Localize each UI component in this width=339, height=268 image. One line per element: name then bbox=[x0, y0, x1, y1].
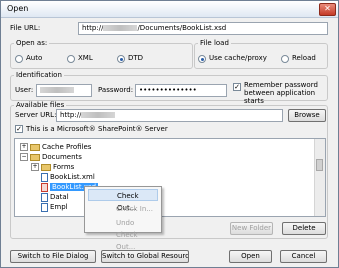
file-url-suffix: /Documents/BookList.xsd bbox=[137, 24, 227, 32]
server-url-label: Server URL: bbox=[15, 111, 57, 119]
radio-use-cache-label: Use cache/proxy bbox=[209, 54, 267, 62]
xml-file-icon bbox=[41, 172, 48, 182]
new-folder-button[interactable]: New Folder bbox=[230, 222, 273, 235]
folder-icon bbox=[30, 153, 40, 161]
radio-xml-label: XML bbox=[78, 54, 93, 62]
tree-node-label: BookList.xml bbox=[50, 173, 95, 181]
available-files-label: Available files bbox=[14, 101, 67, 109]
sharepoint-label: This is a Microsoft® SharePoint® Server bbox=[26, 125, 168, 133]
tree-node-label: Documents bbox=[42, 153, 82, 161]
title-bar: Open ✕ bbox=[1, 1, 338, 18]
menu-item-check-out[interactable]: Check Out... bbox=[88, 189, 158, 212]
folder-icon bbox=[41, 163, 51, 171]
tree-node-cache-profiles[interactable]: + Cache Profiles bbox=[20, 142, 91, 152]
user-input[interactable] bbox=[36, 84, 92, 97]
switch-to-file-dialog-button[interactable]: Switch to File Dialog bbox=[10, 250, 96, 263]
tree-node-label: Empl bbox=[50, 203, 68, 211]
file-tree[interactable]: + Cache Profiles − Documents + Forms BookLi… bbox=[14, 138, 326, 217]
close-button[interactable]: ✕ bbox=[319, 3, 336, 16]
file-url-prefix: http:// bbox=[82, 24, 104, 32]
expand-icon[interactable]: + bbox=[20, 143, 28, 151]
cancel-button[interactable]: Cancel bbox=[280, 250, 327, 263]
redacted-user bbox=[40, 87, 74, 93]
user-label: User: bbox=[15, 86, 34, 94]
redacted-server bbox=[81, 112, 116, 118]
radio-dtd[interactable] bbox=[117, 55, 125, 63]
tree-node-empl[interactable]: Empl bbox=[41, 202, 68, 212]
file-url-label: File URL: bbox=[10, 24, 41, 32]
sharepoint-checkbox[interactable]: ✓ bbox=[15, 125, 23, 133]
password-input[interactable]: •••••••••••••• bbox=[135, 84, 227, 97]
remember-password-checkbox[interactable]: ✓ bbox=[233, 83, 241, 91]
open-dialog: Open ✕ File URL: http:// /Documents/BookL… bbox=[0, 0, 339, 268]
open-as-label: Open as: bbox=[14, 39, 50, 47]
xsd-file-icon bbox=[41, 182, 48, 192]
radio-xml[interactable] bbox=[67, 55, 75, 63]
dialog-title: Open bbox=[7, 4, 29, 13]
password-label: Password: bbox=[98, 86, 134, 94]
file-load-label: File load bbox=[198, 39, 231, 47]
tree-node-label: Datal bbox=[50, 193, 69, 201]
scrollbar-thumb[interactable] bbox=[316, 159, 323, 171]
radio-use-cache[interactable] bbox=[198, 55, 206, 63]
server-url-input[interactable]: http:// bbox=[56, 109, 283, 122]
redacted-host bbox=[103, 25, 138, 31]
tree-node-documents[interactable]: − Documents bbox=[20, 152, 82, 162]
radio-reload[interactable] bbox=[281, 55, 289, 63]
radio-auto-label: Auto bbox=[26, 54, 43, 62]
identification-label: Identification bbox=[14, 71, 64, 79]
radio-auto[interactable] bbox=[15, 55, 23, 63]
file-icon bbox=[41, 202, 48, 212]
switch-to-global-resources-button[interactable]: Switch to Global Resources bbox=[101, 250, 189, 263]
radio-reload-label: Reload bbox=[292, 54, 316, 62]
folder-icon bbox=[30, 143, 40, 151]
menu-item-check-in[interactable]: Check In... bbox=[88, 203, 158, 215]
open-button[interactable]: Open bbox=[229, 250, 272, 263]
tree-node-label: Cache Profiles bbox=[42, 143, 92, 151]
expand-icon[interactable]: + bbox=[31, 163, 39, 171]
menu-item-undo-check-out[interactable]: Undo Check Out... bbox=[88, 217, 158, 251]
context-menu: Check Out... Check In... Undo Check Out.… bbox=[84, 186, 162, 251]
tree-node-label: Forms bbox=[53, 163, 75, 171]
file-icon bbox=[41, 192, 48, 202]
remember-password-label: Remember password between application st… bbox=[244, 81, 318, 105]
tree-node-forms[interactable]: + Forms bbox=[31, 162, 74, 172]
browse-button[interactable]: Browse bbox=[288, 109, 326, 122]
tree-scrollbar[interactable] bbox=[314, 139, 325, 216]
server-url-prefix: http:// bbox=[60, 111, 82, 119]
tree-node-booklist-xml[interactable]: BookList.xml bbox=[41, 172, 95, 182]
tree-node-datal[interactable]: Datal bbox=[41, 192, 69, 202]
file-url-input[interactable]: http:// /Documents/BookList.xsd bbox=[78, 22, 328, 35]
collapse-icon[interactable]: − bbox=[20, 153, 28, 161]
delete-button[interactable]: Delete bbox=[282, 222, 326, 235]
radio-dtd-label: DTD bbox=[128, 54, 144, 62]
